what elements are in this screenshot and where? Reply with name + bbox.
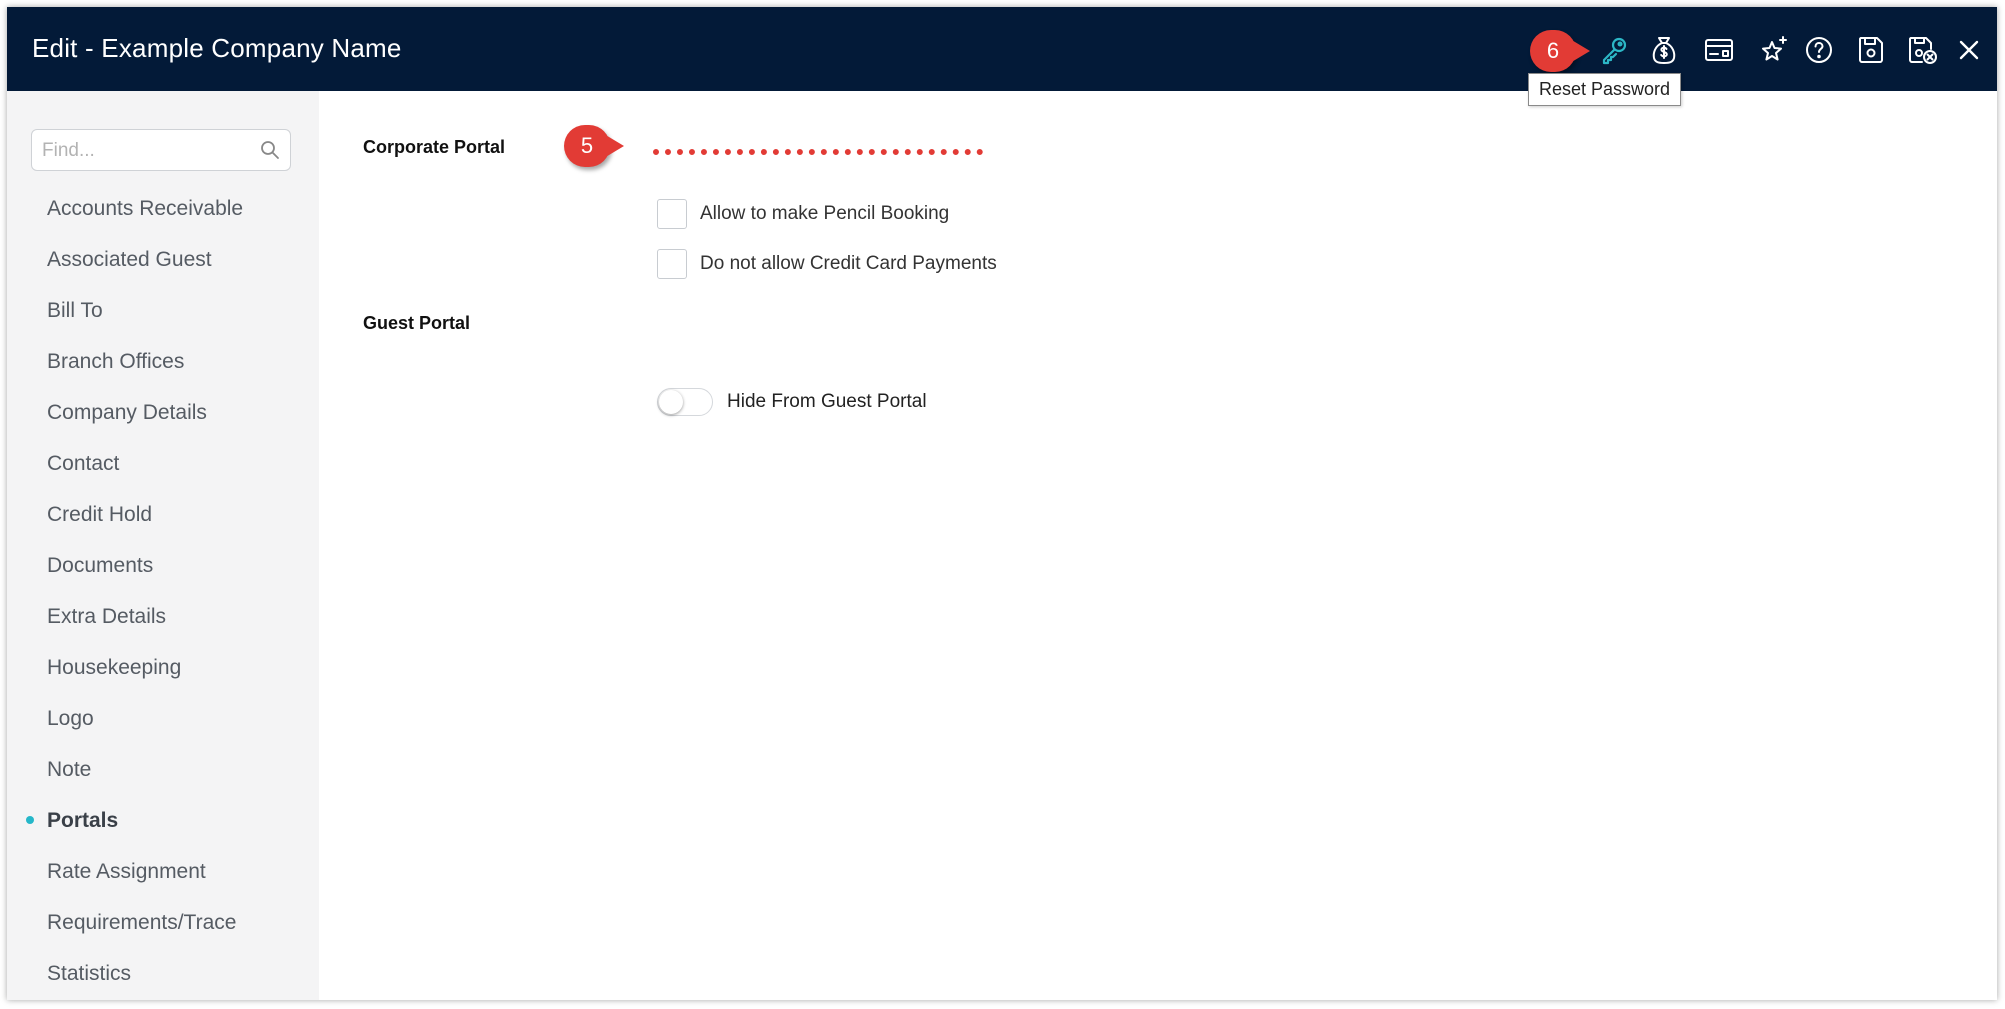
- title-bar: Edit - Example Company Name 6: [7, 7, 1997, 91]
- sidebar-item-portals[interactable]: Portals: [7, 795, 319, 846]
- sidebar-item-label: Documents: [47, 554, 154, 577]
- sidebar-item-label: Rate Assignment: [47, 860, 206, 883]
- credit-card-payments-checkbox[interactable]: [657, 249, 687, 279]
- payment-card-icon[interactable]: [1702, 33, 1736, 67]
- sidebar: Accounts Receivable Associated Guest Bil…: [7, 91, 319, 1000]
- toggle-knob: [659, 390, 683, 414]
- sidebar-item-rate-assignment[interactable]: Rate Assignment: [7, 846, 319, 897]
- sidebar-item-extra-details[interactable]: Extra Details: [7, 591, 319, 642]
- corporate-portal-label: Corporate Portal: [363, 137, 506, 157]
- sidebar-item-note[interactable]: Note: [7, 744, 319, 795]
- sidebar-item-label: Requirements/Trace: [47, 911, 237, 934]
- sidebar-item-housekeeping[interactable]: Housekeeping: [7, 642, 319, 693]
- pencil-booking-label: Allow to make Pencil Booking: [700, 203, 950, 224]
- sidebar-item-label: Company Details: [47, 401, 207, 424]
- sidebar-item-label: Branch Offices: [47, 350, 185, 373]
- credit-card-payments-label: Do not allow Credit Card Payments: [700, 253, 997, 274]
- sidebar-item-accounts-receivable[interactable]: Accounts Receivable: [7, 183, 319, 234]
- search-icon[interactable]: [260, 140, 280, 160]
- sidebar-item-requirements-trace[interactable]: Requirements/Trace: [7, 897, 319, 948]
- sidebar-item-label: Housekeeping: [47, 656, 182, 679]
- sidebar-item-contact[interactable]: Contact: [7, 438, 319, 489]
- hide-from-guest-portal-label: Hide From Guest Portal: [727, 391, 927, 412]
- hide-from-guest-portal-option: Hide From Guest Portal: [657, 385, 927, 419]
- close-icon[interactable]: [1952, 33, 1986, 67]
- sidebar-item-label: Credit Hold: [47, 503, 153, 526]
- pencil-booking-checkbox[interactable]: [657, 199, 687, 229]
- sidebar-item-label: Logo: [47, 707, 94, 730]
- sidebar-item-company-details[interactable]: Company Details: [7, 387, 319, 438]
- sidebar-item-bill-to[interactable]: Bill To: [7, 285, 319, 336]
- save-icon[interactable]: [1854, 33, 1888, 67]
- credit-card-option: Do not allow Credit Card Payments: [657, 248, 997, 280]
- sidebar-item-credit-hold[interactable]: Credit Hold: [7, 489, 319, 540]
- callout-5: 5: [564, 125, 626, 167]
- callout-6: 6: [1530, 30, 1592, 72]
- main-content: Corporate Portal 5 Allow to make Pencil …: [319, 91, 1997, 1000]
- help-icon[interactable]: [1802, 33, 1836, 67]
- sidebar-item-label: Statistics: [47, 962, 132, 985]
- sidebar-item-label: Contact: [47, 452, 120, 475]
- callout-5-pointer-line: [653, 149, 983, 155]
- sidebar-nav: Accounts Receivable Associated Guest Bil…: [7, 183, 319, 999]
- sidebar-item-label: Extra Details: [47, 605, 167, 628]
- reset-password-icon[interactable]: [1597, 33, 1631, 67]
- sidebar-item-label: Note: [47, 758, 92, 781]
- sidebar-item-documents[interactable]: Documents: [7, 540, 319, 591]
- sidebar-search: [31, 129, 291, 171]
- sidebar-item-branch-offices[interactable]: Branch Offices: [7, 336, 319, 387]
- sparkle-star-icon[interactable]: [1757, 33, 1791, 67]
- sidebar-item-statistics[interactable]: Statistics: [7, 948, 319, 999]
- sidebar-item-logo[interactable]: Logo: [7, 693, 319, 744]
- money-bag-icon[interactable]: [1647, 33, 1681, 67]
- guest-portal-label: Guest Portal: [363, 313, 471, 333]
- save-close-icon[interactable]: [1905, 33, 1939, 67]
- sidebar-item-label: Bill To: [47, 299, 103, 322]
- sidebar-item-label: Portals: [47, 809, 119, 832]
- active-indicator: [26, 816, 34, 824]
- sidebar-item-label: Associated Guest: [47, 248, 212, 271]
- sidebar-item-associated-guest[interactable]: Associated Guest: [7, 234, 319, 285]
- pencil-booking-option: Allow to make Pencil Booking: [657, 198, 949, 230]
- hide-from-guest-portal-toggle[interactable]: [657, 388, 713, 416]
- sidebar-item-label: Accounts Receivable: [47, 197, 244, 220]
- window-title: Edit - Example Company Name: [32, 33, 402, 63]
- edit-company-window: Edit - Example Company Name 6 Reset Pass…: [7, 7, 1997, 1000]
- search-input[interactable]: [40, 136, 254, 166]
